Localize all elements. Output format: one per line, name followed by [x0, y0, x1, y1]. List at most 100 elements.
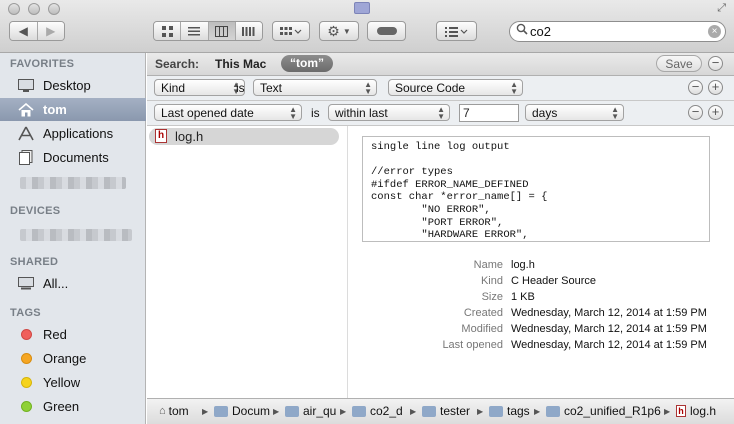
sidebar-item-tom[interactable]: tom — [0, 98, 146, 121]
remove-scope-button[interactable]: − — [708, 56, 723, 71]
shared-header: SHARED — [10, 256, 59, 268]
tags-toolbar-button[interactable] — [367, 21, 406, 41]
yellow-tag-dot-icon — [21, 377, 32, 388]
list-view-button[interactable] — [181, 22, 209, 40]
preview-line: ​ — [371, 154, 709, 167]
sidebar-tag-green[interactable]: Green — [0, 395, 146, 418]
meta-kind-value: C Header Source — [511, 275, 596, 287]
preview-line: #ifdef ERROR_NAME_DEFINED — [371, 178, 529, 191]
path-crumb-tom[interactable]: ⌂ tom — [159, 404, 189, 418]
rule-attribute-value: Kind — [161, 80, 186, 95]
rule-attribute-value: Last opened date — [161, 105, 254, 120]
rule-condition-popup[interactable]: within last ▲ ▼ — [328, 104, 450, 121]
green-tag-dot-icon — [21, 401, 32, 412]
finder-window: ⤢ ◀ ▶ ⚙ ▼ co2 × FAVORITES Desktop tom Ap… — [0, 0, 734, 424]
view-mode-control — [153, 21, 263, 41]
path-crumb-tags[interactable]: tags — [489, 404, 530, 418]
cover-flow-button[interactable] — [235, 22, 262, 40]
tag-pill-icon — [376, 27, 397, 35]
arrange-by-button[interactable] — [436, 21, 477, 41]
rule-unit-popup[interactable]: days ▲ ▼ — [525, 104, 624, 121]
path-separator-icon: ▶ — [273, 407, 280, 416]
scope-tom-chip[interactable]: “tom” — [281, 55, 333, 72]
arrange-by-icon — [444, 26, 467, 37]
list-view-icon — [188, 26, 201, 35]
rule-operator-label: is — [311, 106, 320, 120]
sidebar-item-label: tom — [43, 102, 67, 117]
zoom-window-button[interactable] — [48, 3, 60, 15]
popup-arrows-icon: ▲ ▼ — [289, 105, 297, 121]
meta-kind-label: Kind — [480, 275, 503, 287]
window-title-folder-icon — [354, 2, 370, 14]
path-crumb-co2-unified[interactable]: co2_unified_R1p6 — [546, 404, 661, 418]
search-field[interactable]: × — [509, 21, 726, 42]
search-rule-kind: Kind ▲ ▼ is Text ▲ ▼ Source Code ▲ ▼ − + — [147, 76, 734, 101]
path-crumb-tester[interactable]: tester — [422, 404, 470, 418]
path-crumb-log-h[interactable]: h log.h — [676, 404, 716, 418]
sidebar-item-applications[interactable]: Applications — [0, 122, 146, 145]
rule-value-popup[interactable]: Text ▲ ▼ — [253, 79, 377, 96]
network-icon — [17, 276, 35, 292]
gear-icon: ⚙ — [327, 22, 340, 39]
path-bar: ⌂ tom ▶ Docum ▶ air_qu ▶ co2_d ▶ tester ▶… — [147, 398, 734, 424]
folder-icon — [546, 405, 560, 417]
path-crumb-label: tester — [440, 404, 471, 418]
meta-modified-value: Wednesday, March 12, 2014 at 1:59 PM — [511, 323, 707, 335]
path-separator-icon: ▶ — [202, 407, 209, 416]
sidebar-item-all-shared[interactable]: All... — [0, 272, 146, 295]
search-input[interactable] — [530, 23, 700, 40]
toolbar: ⤢ ◀ ▶ ⚙ ▼ co2 × — [0, 0, 734, 53]
forward-button[interactable]: ▶ — [37, 22, 64, 40]
file-preview: single line log output​//error types#ifd… — [362, 136, 710, 242]
add-rule-button[interactable]: + — [708, 105, 723, 120]
result-file-name: log.h — [175, 129, 204, 144]
sidebar-tag-yellow[interactable]: Yellow — [0, 371, 146, 394]
sidebar-item-label: Green — [43, 399, 80, 414]
preview-line: //error types — [371, 166, 453, 179]
column-view-button[interactable] — [208, 22, 236, 40]
redacted-device-item — [20, 229, 132, 241]
path-crumb-air-quality[interactable]: air_qu — [285, 404, 336, 418]
action-button[interactable]: ⚙ ▼ — [319, 21, 359, 41]
rule-unit-text: days — [532, 105, 558, 120]
remove-rule-button[interactable]: − — [688, 105, 703, 120]
path-separator-icon: ▶ — [664, 407, 671, 416]
scope-this-mac[interactable]: This Mac — [215, 57, 266, 71]
preview-line: single line log output — [371, 141, 510, 153]
sidebar-item-label: All... — [43, 276, 69, 291]
rule-attribute-popup[interactable]: Kind ▲ ▼ — [154, 79, 245, 96]
minimize-window-button[interactable] — [28, 3, 40, 15]
path-separator-icon: ▶ — [534, 407, 541, 416]
icon-view-icon — [161, 25, 173, 37]
folder-icon — [422, 405, 436, 417]
icon-view-button[interactable] — [154, 22, 182, 40]
popup-arrows-icon: ▲ ▼ — [437, 105, 445, 121]
sidebar-item-desktop[interactable]: Desktop — [0, 74, 146, 97]
save-search-button[interactable]: Save — [656, 55, 702, 72]
path-crumb-co2-d[interactable]: co2_d — [352, 404, 403, 418]
sidebar-tag-orange[interactable]: Orange — [0, 347, 146, 370]
remove-rule-button[interactable]: − — [688, 80, 703, 95]
days-amount-input[interactable]: 7 — [459, 104, 519, 122]
cover-flow-icon — [241, 26, 255, 36]
close-window-button[interactable] — [8, 3, 20, 15]
path-crumb-label: air_qu — [303, 404, 337, 418]
sidebar-tag-red[interactable]: Red — [0, 323, 146, 346]
arrange-button[interactable] — [272, 21, 310, 41]
add-rule-button[interactable]: + — [708, 80, 723, 95]
preview-line: "PORT ERROR", — [371, 216, 504, 229]
back-button[interactable]: ◀ — [10, 22, 38, 40]
clear-search-icon[interactable]: × — [708, 25, 721, 38]
c-header-file-icon: h — [155, 129, 167, 143]
rule-attribute-popup[interactable]: Last opened date ▲ ▼ — [154, 104, 302, 121]
folder-icon — [489, 405, 503, 417]
rule-subvalue-popup[interactable]: Source Code ▲ ▼ — [388, 79, 523, 96]
path-crumb-documents[interactable]: Docum — [214, 404, 270, 418]
sidebar-item-label: Applications — [43, 126, 114, 141]
sidebar-item-documents[interactable]: Documents — [0, 146, 146, 169]
meta-name-value: log.h — [511, 259, 535, 271]
home-icon: ⌂ — [159, 405, 166, 417]
result-file-row[interactable]: h log.h — [149, 128, 339, 145]
column-divider[interactable] — [347, 126, 348, 398]
fullscreen-icon[interactable]: ⤢ — [717, 2, 726, 15]
